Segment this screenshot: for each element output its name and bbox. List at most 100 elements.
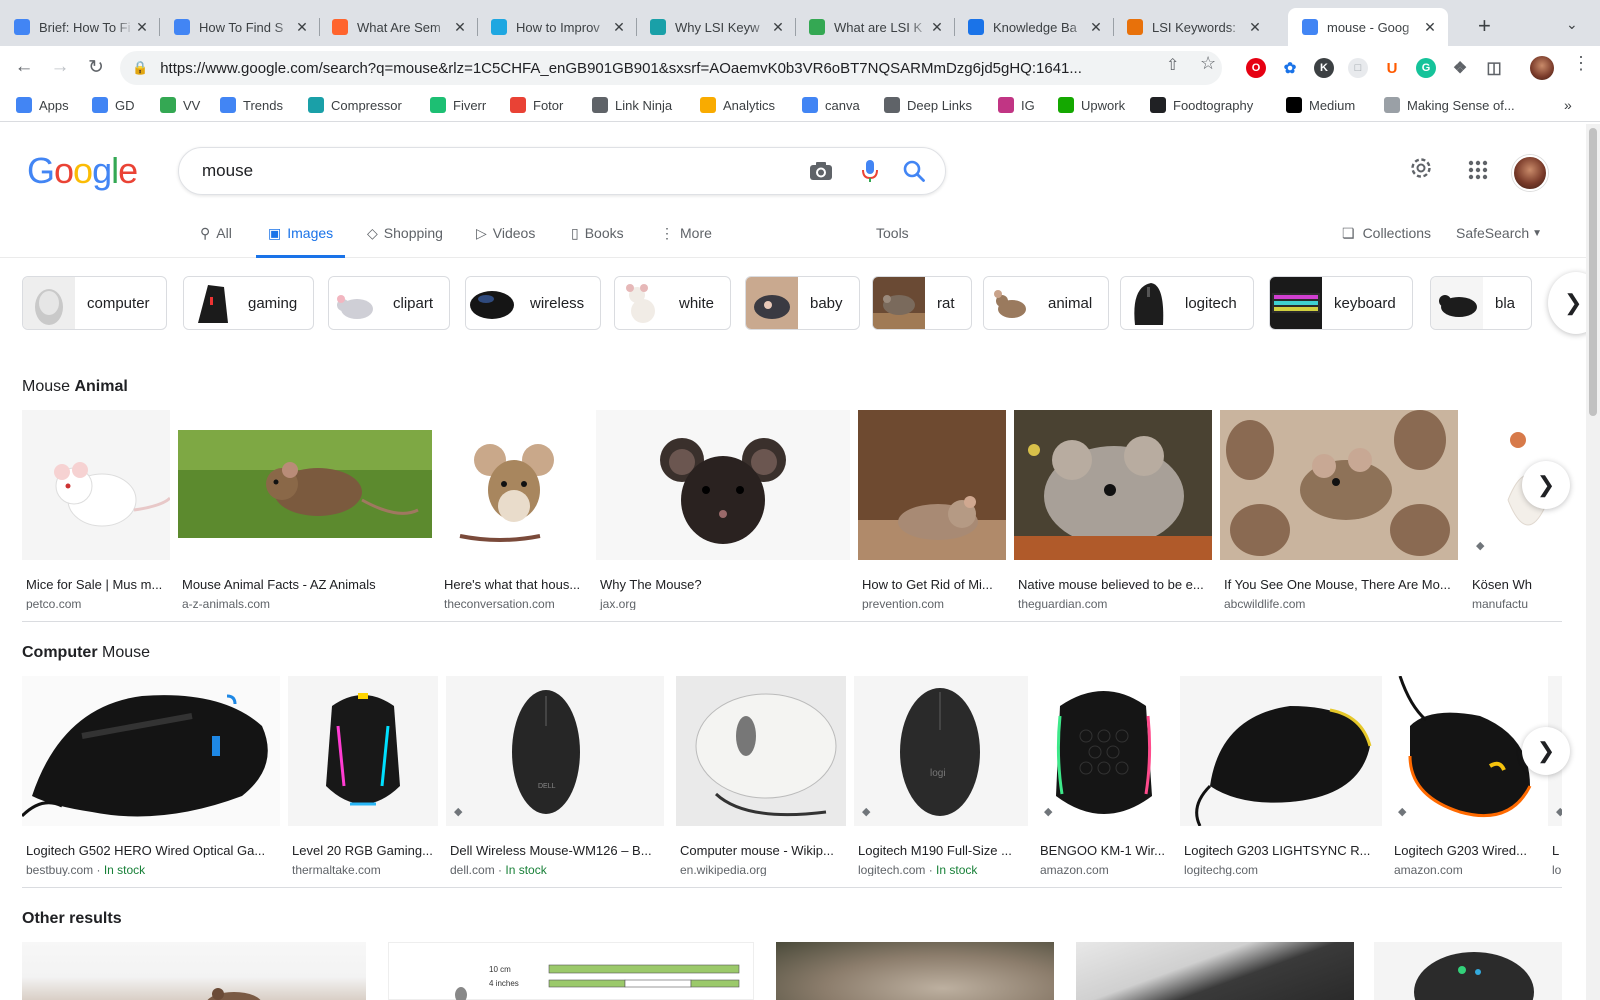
result-caption[interactable]: Logitech M190 Full-Size ... <box>854 843 1028 858</box>
bookmark-item[interactable]: VV <box>160 97 200 113</box>
feather-extension-icon[interactable]: ✿ <box>1280 58 1300 78</box>
result-image[interactable] <box>440 410 588 560</box>
result-image[interactable]: ◆ <box>1036 676 1172 826</box>
result-caption[interactable]: Mice for Sale | Mus m... <box>22 577 170 592</box>
result-caption[interactable]: Logitech G203 Wired... <box>1390 843 1536 858</box>
image-result-card[interactable]: How to Get Rid of Mi... prevention.com <box>858 410 1006 610</box>
grammarly-extension-icon[interactable]: G <box>1416 58 1436 78</box>
bookmark-item[interactable]: Fotor <box>510 97 563 113</box>
bookmark-item[interactable]: Link Ninja <box>592 97 672 113</box>
result-caption[interactable]: Computer mouse - Wikip... <box>676 843 846 858</box>
chip-baby[interactable]: baby <box>745 276 860 330</box>
image-result-card[interactable]: logi ◆ Logitech M190 Full-Size ... logitech… <box>854 676 1028 876</box>
result-image[interactable] <box>22 410 170 560</box>
result-image[interactable] <box>1220 410 1458 560</box>
image-result-card[interactable]: ◆ Llo <box>1548 676 1562 876</box>
chip-animal[interactable]: animal <box>983 276 1110 330</box>
image-result-card[interactable]: Level 20 RGB Gaming... thermaltake.com <box>288 676 438 876</box>
result-image[interactable] <box>1374 942 1562 1000</box>
browser-tab[interactable]: How To Find S ✕ <box>160 8 320 46</box>
close-tab-icon[interactable]: ✕ <box>929 19 945 36</box>
bookmark-item[interactable]: GD <box>92 97 135 113</box>
image-result-card[interactable]: Mice for Sale | Mus m... petco.com <box>22 410 170 610</box>
safesearch-dropdown[interactable]: SafeSearch ▼ <box>1456 225 1542 241</box>
tab-books[interactable]: ▯ Books <box>571 225 624 258</box>
new-tab-button[interactable]: + <box>1478 14 1491 38</box>
chip-computer[interactable]: computer <box>22 276 167 330</box>
bookmark-item[interactable]: IG <box>998 97 1035 113</box>
bookmark-item[interactable]: Fiverr <box>430 97 486 113</box>
close-tab-icon[interactable]: ✕ <box>1088 19 1104 36</box>
account-avatar[interactable] <box>1512 155 1548 191</box>
result-image[interactable] <box>1076 942 1354 1000</box>
computer-row-next-arrow-icon[interactable]: ❯ <box>1522 727 1570 775</box>
image-result-card[interactable]: Mouse Animal Facts - AZ Animals a-z-anima… <box>178 410 432 610</box>
chip-bla[interactable]: bla <box>1430 276 1533 330</box>
ubersuggest-extension-icon[interactable]: U <box>1382 58 1402 78</box>
bookmark-star-icon[interactable]: ☆ <box>1200 53 1216 74</box>
close-tab-icon[interactable]: ✕ <box>1247 19 1263 36</box>
result-image[interactable] <box>858 410 1006 560</box>
tab-images[interactable]: ▣ Images <box>256 225 346 258</box>
result-caption[interactable]: Why The Mouse? <box>596 577 850 592</box>
side-panel-icon[interactable]: ◫ <box>1484 58 1504 78</box>
tab-videos[interactable]: ▷ Videos <box>476 225 535 258</box>
back-button[interactable]: ← <box>12 56 36 78</box>
apps-grid-icon[interactable] <box>1468 160 1488 185</box>
result-caption[interactable]: Mouse Animal Facts - AZ Animals <box>178 577 432 592</box>
browser-tab[interactable]: Brief: How To Fi ✕ <box>0 8 160 46</box>
close-tab-icon[interactable]: ✕ <box>611 19 627 36</box>
result-caption[interactable]: Logitech G502 HERO Wired Optical Ga... <box>22 843 280 858</box>
result-caption[interactable]: How to Get Rid of Mi... <box>858 577 1006 592</box>
result-caption[interactable]: Level 20 RGB Gaming... <box>288 843 438 858</box>
chip-clipart[interactable]: clipart <box>328 276 451 330</box>
tab-all[interactable]: ⚲ All <box>200 225 232 258</box>
result-image[interactable]: ◆ <box>1390 676 1536 826</box>
result-image[interactable] <box>22 676 280 826</box>
image-result-card[interactable]: If You See One Mouse, There Are Mo... abc… <box>1220 410 1458 610</box>
extensions-puzzle-icon[interactable]: ❖ <box>1450 58 1470 78</box>
page-scrollbar[interactable] <box>1586 124 1600 1000</box>
microphone-icon[interactable] <box>856 157 884 185</box>
result-image[interactable] <box>1014 410 1212 560</box>
share-icon[interactable]: ⇧ <box>1166 55 1179 75</box>
result-image[interactable] <box>22 942 366 1000</box>
profile-avatar[interactable] <box>1530 56 1554 80</box>
image-result-card[interactable]: ◆ BENGOO KM-1 Wir... amazon.com <box>1036 676 1172 876</box>
bookmark-item[interactable]: Foodtography <box>1150 97 1253 113</box>
result-caption[interactable]: L <box>1548 843 1562 858</box>
tab-shopping[interactable]: ◇ Shopping <box>367 225 443 258</box>
image-result-card[interactable]: Why The Mouse? jax.org <box>596 410 850 610</box>
close-tab-icon[interactable]: ✕ <box>452 19 468 36</box>
result-image[interactable] <box>288 676 438 826</box>
chip-white[interactable]: white <box>614 276 732 330</box>
browser-tab[interactable]: Knowledge Ba ✕ <box>954 8 1114 46</box>
chip-wireless[interactable]: wireless <box>465 276 602 330</box>
opera-extension-icon[interactable]: O <box>1246 58 1266 78</box>
result-image[interactable] <box>776 942 1054 1000</box>
tab-more[interactable]: ⋮ More <box>660 225 712 258</box>
settings-gear-icon[interactable] <box>1408 155 1434 186</box>
tab-search-chevron-icon[interactable]: ⌄ <box>1566 16 1578 33</box>
image-result-card[interactable]: Computer mouse - Wikip... en.wikipedia.or… <box>676 676 846 876</box>
result-image[interactable]: 10 cm 4 inches <box>388 942 754 1000</box>
result-caption[interactable]: Kösen Wh <box>1468 577 1562 592</box>
collections-button[interactable]: ❏ Collections <box>1342 225 1431 242</box>
search-icon[interactable] <box>900 157 928 185</box>
search-query-text[interactable]: mouse <box>202 161 253 181</box>
result-image[interactable] <box>1180 676 1382 826</box>
image-result-card[interactable]: ◆ Kösen Wh manufactu <box>1468 410 1562 610</box>
scrollbar-thumb[interactable] <box>1589 128 1597 416</box>
address-bar[interactable]: 🔒 https://www.google.com/search?q=mouse&… <box>120 51 1222 85</box>
result-caption[interactable]: Native mouse believed to be e... <box>1014 577 1212 592</box>
image-result-card[interactable]: Logitech G502 HERO Wired Optical Ga... be… <box>22 676 280 876</box>
url-text[interactable]: https://www.google.com/search?q=mouse&rl… <box>160 60 1160 77</box>
bookmark-item[interactable]: Upwork <box>1058 97 1125 113</box>
result-caption[interactable]: Here's what that hous... <box>440 577 588 592</box>
close-tab-icon[interactable]: ✕ <box>134 19 150 36</box>
image-result-card[interactable]: DELL ◆ Dell Wireless Mouse-WM126 – B... del… <box>446 676 664 876</box>
grey-extension-icon[interactable]: □ <box>1348 58 1368 78</box>
more-bookmarks-icon[interactable]: » <box>1564 97 1572 113</box>
k-extension-icon[interactable]: K <box>1314 58 1334 78</box>
browser-tab[interactable]: What Are Sem ✕ <box>318 8 478 46</box>
